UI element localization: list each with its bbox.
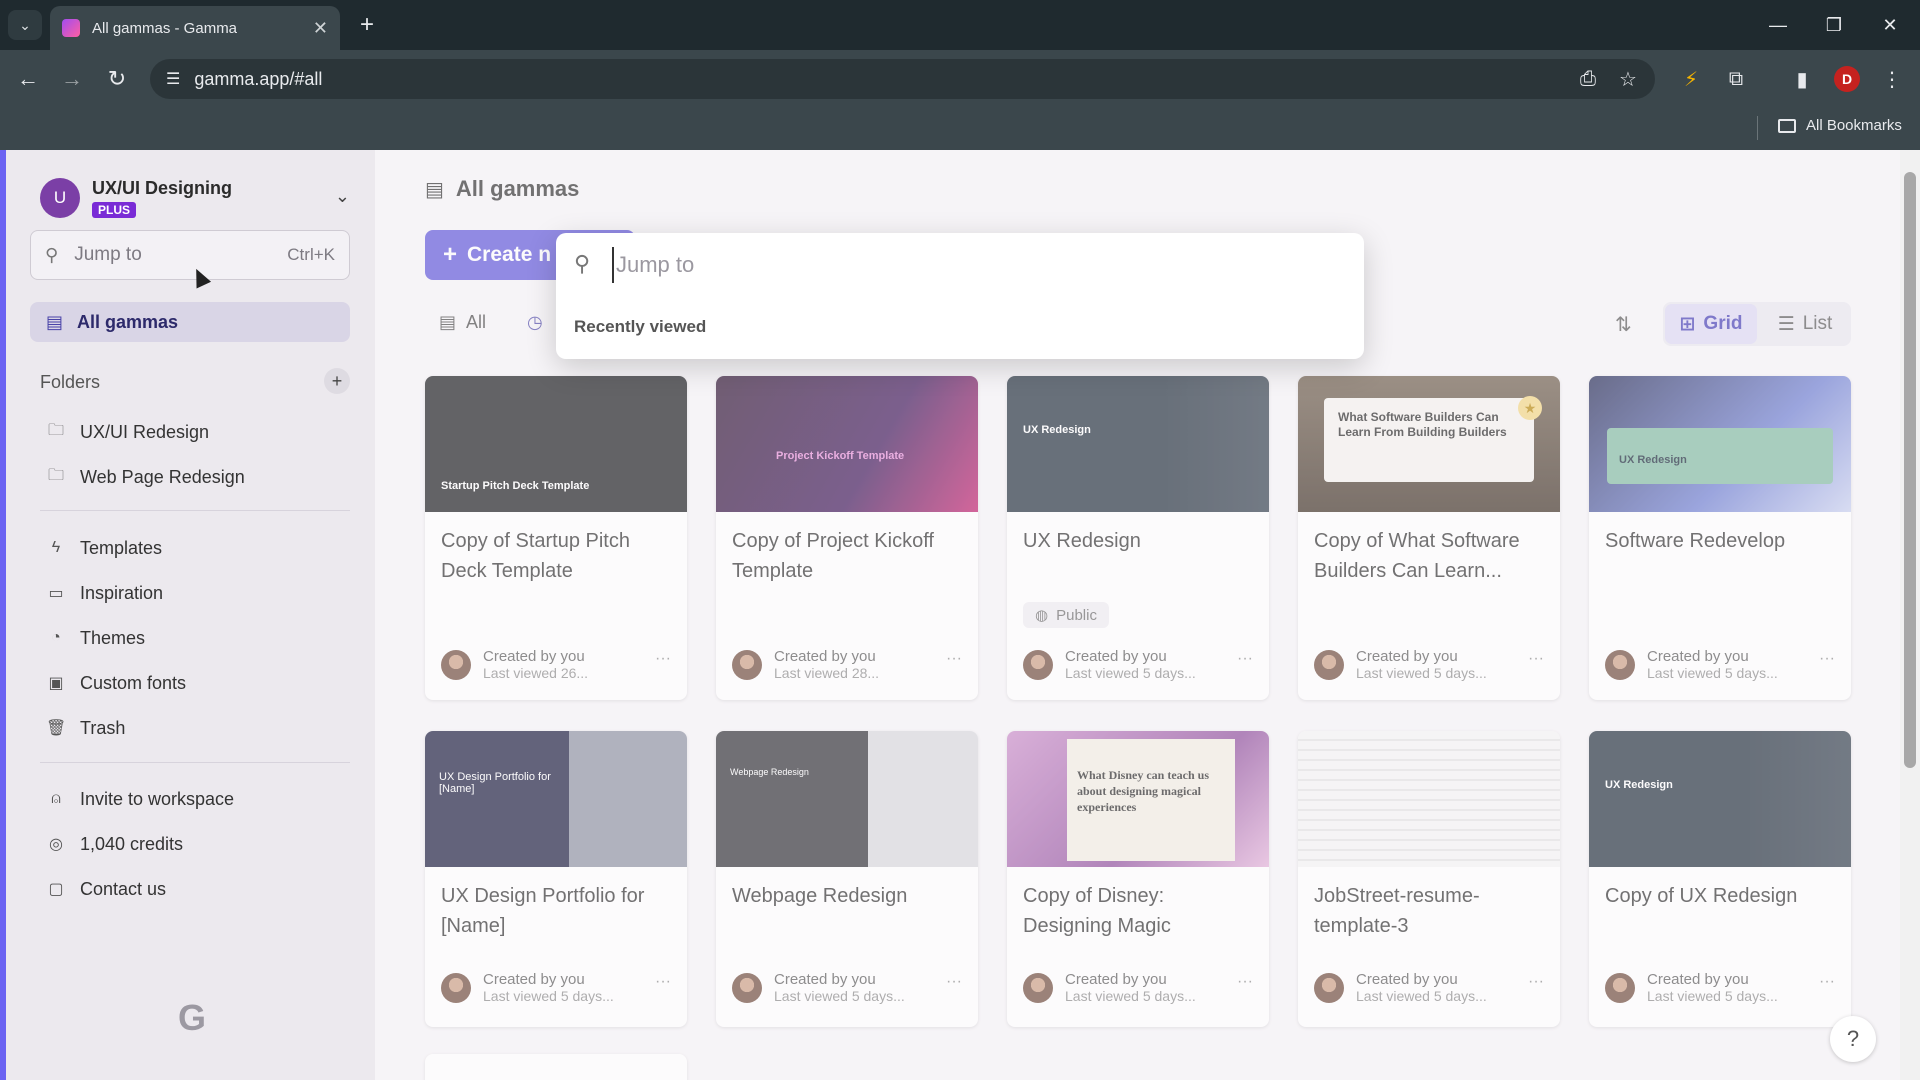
bookmark-star-icon[interactable]: ☆ (1612, 63, 1644, 95)
minimize-icon[interactable]: — (1750, 8, 1806, 42)
extension-bolt-icon[interactable]: ⚡ (1675, 63, 1707, 95)
site-info-icon[interactable]: ☰ (166, 69, 180, 89)
gamma-logo-icon: G (177, 997, 206, 1038)
browser-tab[interactable]: All gammas - Gamma ✕ (50, 6, 340, 50)
chat-icon: ▢ (48, 881, 64, 898)
trash-icon: 🗑 (46, 720, 67, 737)
gamma-favicon-icon (62, 19, 80, 37)
sidebar: U UX/UI Designing PLUS ⌄ ⚲ Jump to Ctrl+… (0, 150, 375, 1080)
folder-icon: 🗀 (47, 466, 64, 484)
folders-label: Folders (40, 372, 101, 392)
sidebar-item-label: Trash (80, 717, 126, 738)
sidebar-item-all-gammas[interactable]: ▤ All gammas (30, 302, 350, 342)
sidebar-item-themes[interactable]: ◔ Themes (46, 622, 346, 654)
recently-viewed-heading: Recently viewed (574, 317, 707, 336)
sidebar-item-label: UX/UI Redesign (80, 421, 210, 442)
sidebar-item-label: Contact us (80, 878, 167, 899)
sidebar-item-label: Templates (80, 537, 163, 558)
folder-icon (1778, 118, 1796, 133)
sidebar-item-label: Invite to workspace (80, 788, 235, 809)
all-bookmarks-button[interactable]: All Bookmarks (1778, 117, 1902, 134)
folder-icon: 🗀 (47, 421, 64, 439)
extensions-puzzle-icon[interactable]: ⧉ (1720, 63, 1752, 95)
sidebar-item-templates[interactable]: ϟ Templates (46, 532, 346, 564)
search-placeholder: Jump to (74, 244, 142, 265)
bookmarks-divider (1757, 116, 1758, 140)
search-icon: ⚲ (45, 244, 59, 265)
sidebar-item-credits[interactable]: ◎ 1,040 credits (46, 828, 346, 860)
sidebar-item-trash[interactable]: 🗑 Trash (46, 712, 346, 744)
address-url: gamma.app/#all (194, 68, 323, 89)
add-folder-button[interactable]: + (324, 368, 350, 394)
jump-to-modal: ⚲ Recently viewed (556, 233, 1364, 359)
sidebar-item-folder-webpage[interactable]: 🗀 Web Page Redesign (46, 461, 346, 493)
workspace-name: UX/UI Designing (92, 177, 233, 198)
jump-to-input[interactable] (612, 247, 1332, 283)
sidebar-item-label: Custom fonts (80, 672, 187, 693)
coins-icon: ◎ (49, 836, 63, 853)
search-icon: ⚲ (574, 251, 591, 276)
tab-title: All gammas - Gamma (92, 19, 238, 37)
sidebar-item-label: Web Page Redesign (80, 466, 245, 487)
palette-icon: ◔ (51, 629, 61, 646)
sidebar-divider (40, 510, 350, 511)
font-icon: ▣ (48, 675, 64, 692)
sidebar-item-label: Inspiration (80, 582, 164, 603)
sidebar-divider (40, 762, 350, 763)
sidebar-item-label: Themes (80, 627, 146, 648)
restore-icon[interactable]: ❐ (1806, 8, 1862, 42)
browser-tabbar: ⌄ All gammas - Gamma ✕ + — ❐ ✕ (0, 0, 1920, 50)
side-panel-icon[interactable]: ▮ (1786, 63, 1818, 95)
workspace-switcher[interactable]: U UX/UI Designing PLUS ⌄ (40, 174, 350, 222)
bookmarks-bar: All Bookmarks (0, 108, 1920, 150)
sidebar-item-custom-fonts[interactable]: ▣ Custom fonts (46, 667, 346, 699)
search-shortcut: Ctrl+K (287, 245, 335, 264)
chevron-down-icon[interactable]: ⌄ (335, 186, 350, 207)
bolt-icon: ϟ (51, 539, 61, 556)
forward-icon[interactable]: → (56, 63, 88, 95)
sidebar-item-label: All gammas (77, 311, 179, 332)
folders-heading: Folders + (40, 368, 350, 394)
plan-badge: PLUS (92, 201, 137, 218)
window-close-icon[interactable]: ✕ (1862, 8, 1918, 42)
sidebar-item-contact[interactable]: ▢ Contact us (46, 873, 346, 905)
address-bar[interactable]: ☰ gamma.app/#all (150, 59, 1655, 99)
all-bookmarks-label: All Bookmarks (1806, 117, 1902, 134)
sidebar-item-invite[interactable]: ⍝ Invite to workspace (46, 783, 346, 815)
book-icon: ▭ (48, 585, 64, 602)
add-user-icon: ⍝ (51, 790, 61, 807)
workspace-avatar: U (40, 178, 80, 218)
stack-icon: ▤ (46, 311, 64, 332)
install-app-icon[interactable]: ⎙ (1572, 63, 1604, 95)
scrollbar-thumb[interactable] (1904, 172, 1916, 768)
sidebar-item-label: 1,040 credits (80, 833, 184, 854)
browser-toolbar: ← → ↻ ☰ gamma.app/#all ⎙ ☆ ⚡ ⧉ ▮ ⋮ (0, 50, 1920, 108)
help-button[interactable]: ? (1830, 1016, 1876, 1062)
sidebar-item-inspiration[interactable]: ▭ Inspiration (46, 577, 346, 609)
tab-search-dropdown-icon[interactable]: ⌄ (8, 10, 42, 40)
tab-close-icon[interactable]: ✕ (313, 18, 328, 39)
sidebar-item-folder-uxui[interactable]: 🗀 UX/UI Redesign (46, 416, 346, 448)
profile-avatar[interactable]: D (1834, 66, 1860, 92)
back-icon[interactable]: ← (12, 63, 44, 95)
reload-icon[interactable]: ↻ (101, 63, 133, 95)
browser-menu-icon[interactable]: ⋮ (1876, 63, 1908, 95)
new-tab-icon[interactable]: + (352, 10, 382, 40)
